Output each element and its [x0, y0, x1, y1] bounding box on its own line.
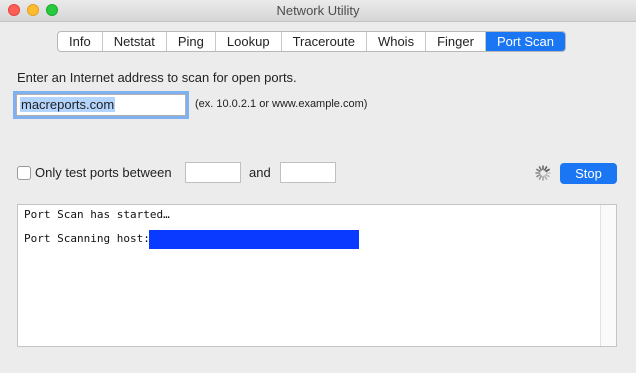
tab-finger[interactable]: Finger — [426, 32, 486, 51]
tab-lookup[interactable]: Lookup — [216, 32, 282, 51]
port-range-checkbox[interactable] — [17, 166, 31, 180]
tab-traceroute[interactable]: Traceroute — [282, 32, 367, 51]
spinner-tick — [545, 173, 550, 178]
output-line: Port Scan has started… — [24, 208, 170, 221]
tab-bar: Info Netstat Ping Lookup Traceroute Whoi… — [57, 31, 567, 52]
output-line: Port Scanning host: — [24, 232, 150, 245]
spinner-tick — [536, 168, 541, 173]
port-range-label[interactable]: Only test ports between — [35, 165, 172, 180]
port-range-start-field[interactable] — [185, 162, 241, 183]
address-hint: (ex. 10.0.2.1 or www.example.com) — [195, 98, 368, 110]
title-bar: Network Utility — [0, 0, 636, 22]
spinner-tick — [536, 173, 541, 178]
tab-info[interactable]: Info — [58, 32, 103, 51]
spinner-tick — [545, 168, 550, 173]
spinner-tick — [538, 166, 543, 171]
spinner-tick — [543, 166, 548, 171]
scan-output-area[interactable]: Port Scan has started… Port Scanning hos… — [17, 204, 617, 347]
spinner-tick — [538, 175, 543, 180]
network-utility-window: Network Utility Info Netstat Ping Lookup… — [0, 0, 636, 373]
tab-ping[interactable]: Ping — [167, 32, 216, 51]
address-input[interactable]: macreports.com — [16, 94, 186, 116]
output-scrollbar[interactable] — [600, 205, 616, 346]
tab-port-scan[interactable]: Port Scan — [485, 32, 566, 51]
tab-whois[interactable]: Whois — [367, 32, 427, 51]
address-input-value: macreports.com — [20, 97, 116, 112]
spinner-tick — [543, 175, 548, 180]
instruction-text: Enter an Internet address to scan for op… — [17, 70, 297, 85]
progress-spinner-icon — [535, 165, 551, 181]
port-range-end-field[interactable] — [280, 162, 336, 183]
redacted-host-highlight — [149, 230, 359, 249]
tab-netstat[interactable]: Netstat — [103, 32, 167, 51]
and-label: and — [249, 165, 271, 180]
stop-button[interactable]: Stop — [560, 163, 617, 184]
window-title: Network Utility — [276, 3, 360, 18]
